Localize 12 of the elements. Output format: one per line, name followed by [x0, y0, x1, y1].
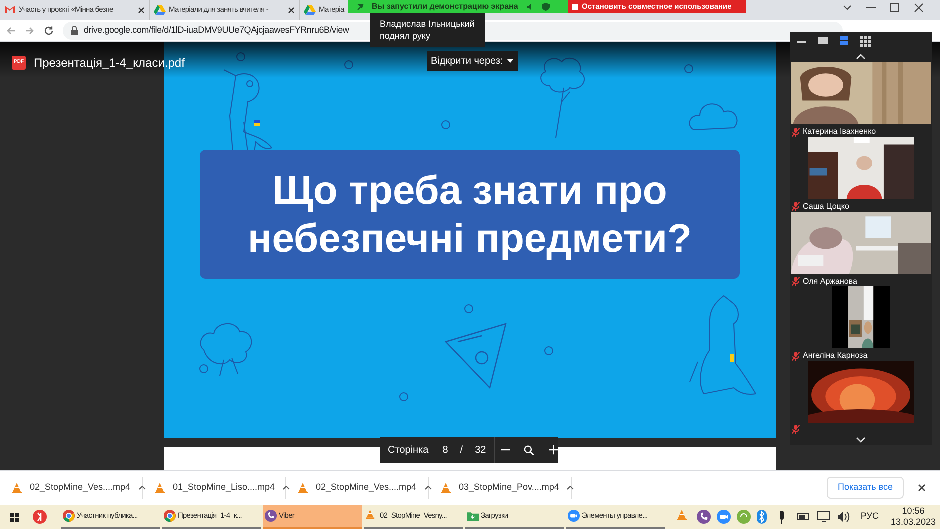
notification-tooltip: Владислав Ільницький поднял руку	[370, 13, 485, 47]
url-text: drive.google.com/file/d/1lD-iuaDMV9UUe7QAjcjaawesFYRnru6B/view	[84, 24, 350, 37]
share-message: Вы запустили демонстрацию экрана	[372, 0, 518, 12]
page-label: Сторінка	[388, 444, 429, 458]
page-separator: /	[460, 444, 464, 458]
file-name: Презентація_1-4_класи.pdf	[34, 55, 185, 72]
slide-title: Що треба знати про небезпечні предмети?	[247, 168, 693, 262]
participant-name: Катерина Івахненко	[803, 126, 876, 138]
participant-name: Оля Аржанова	[803, 276, 858, 288]
participant-name: Саша Цоцко	[803, 200, 850, 213]
participant-name: Ангеліна Карноза	[803, 350, 868, 362]
page-count: 32	[475, 444, 486, 458]
